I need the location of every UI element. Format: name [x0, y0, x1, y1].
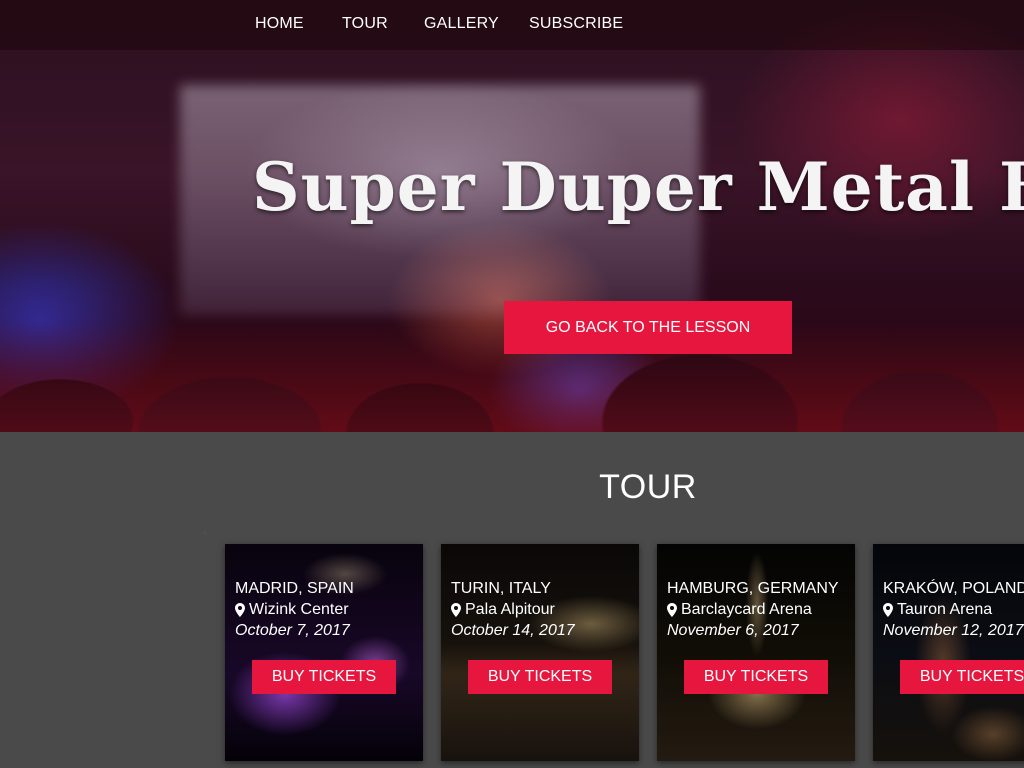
- buy-tickets-button[interactable]: BUY TICKETS: [468, 660, 612, 694]
- top-navigation: HOME TOUR GALLERY SUBSCRIBE: [0, 0, 1024, 50]
- card-venue: Wizink Center: [235, 601, 349, 619]
- card-city: TURIN, ITALY: [451, 580, 551, 597]
- go-back-to-lesson-button[interactable]: GO BACK TO THE LESSON: [504, 301, 792, 354]
- tour-card-hamburg: HAMBURG, GERMANY Barclaycard Arena Novem…: [657, 544, 855, 761]
- buy-tickets-button[interactable]: BUY TICKETS: [900, 660, 1024, 694]
- hero-section: HOME TOUR GALLERY SUBSCRIBE Super Duper …: [0, 0, 1024, 432]
- card-city: HAMBURG, GERMANY: [667, 580, 839, 597]
- band-title: Super Duper Metal Band: [252, 148, 1024, 226]
- tour-card-turin: TURIN, ITALY Pala Alpitour October 14, 2…: [441, 544, 639, 761]
- card-venue: Pala Alpitour: [451, 601, 555, 619]
- tour-heading: TOUR: [599, 468, 697, 506]
- map-marker-icon: [883, 603, 893, 617]
- card-date: October 14, 2017: [451, 622, 575, 639]
- map-marker-icon: [451, 603, 461, 617]
- nav-tour-link[interactable]: TOUR: [342, 15, 388, 33]
- card-city: KRAKÓW, POLAND: [883, 580, 1024, 597]
- card-venue-label: Barclaycard Arena: [681, 601, 812, 618]
- buy-tickets-button[interactable]: BUY TICKETS: [252, 660, 396, 694]
- tour-card-madrid: MADRID, SPAIN Wizink Center October 7, 2…: [225, 544, 423, 761]
- card-city: MADRID, SPAIN: [235, 580, 354, 597]
- map-marker-icon: [667, 603, 677, 617]
- nav-home-link[interactable]: HOME: [255, 15, 304, 33]
- card-venue: Tauron Arena: [883, 601, 992, 619]
- tour-card-krakow: KRAKÓW, POLAND Tauron Arena November 12,…: [873, 544, 1024, 761]
- card-date: November 6, 2017: [667, 622, 799, 639]
- card-date: November 12, 2017: [883, 622, 1024, 639]
- card-venue-label: Pala Alpitour: [465, 601, 555, 618]
- card-venue-label: Tauron Arena: [897, 601, 993, 618]
- buy-tickets-button[interactable]: BUY TICKETS: [684, 660, 828, 694]
- nav-gallery-link[interactable]: GALLERY: [424, 15, 499, 33]
- map-marker-icon: [235, 603, 245, 617]
- nav-subscribe-link[interactable]: SUBSCRIBE: [529, 15, 623, 33]
- tour-section: TOUR MADRID, SPAIN Wizink Center October…: [0, 432, 1024, 768]
- card-venue: Barclaycard Arena: [667, 601, 812, 619]
- card-venue-label: Wizink Center: [249, 601, 349, 618]
- card-date: October 7, 2017: [235, 622, 350, 639]
